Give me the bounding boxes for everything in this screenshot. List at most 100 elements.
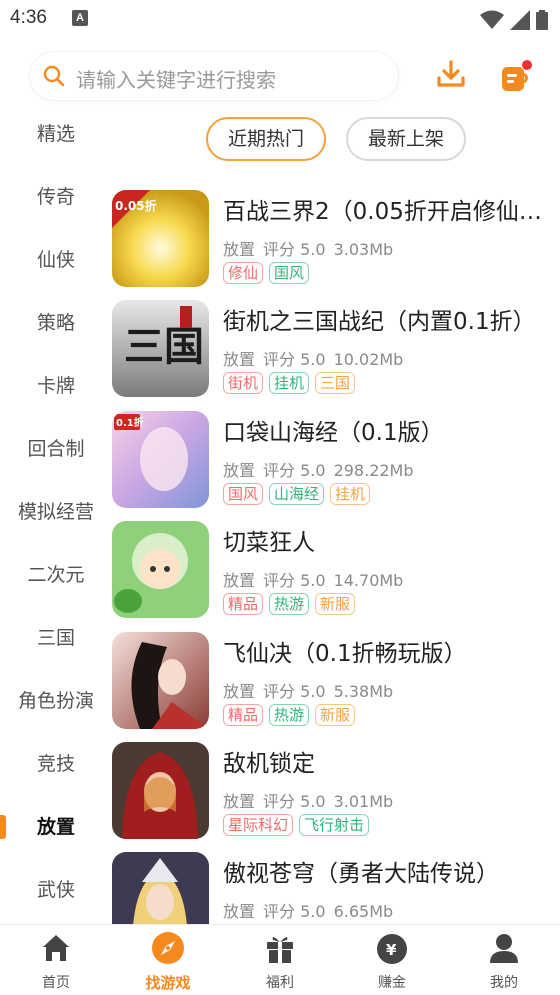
game-tag: 精品 (223, 704, 264, 726)
game-tags: 精品 热游 新服 (223, 704, 356, 726)
game-tag: 新服 (315, 704, 356, 726)
game-tag: 街机 (223, 372, 264, 394)
game-tag: 修仙 (223, 262, 264, 284)
game-size: 3.01Mb (333, 792, 394, 811)
game-size: 6.65Mb (333, 902, 394, 921)
game-category: 放置 (223, 682, 256, 701)
svg-text:¥: ¥ (386, 941, 397, 959)
sidebar-item-xianxia[interactable]: 仙侠 (0, 240, 112, 280)
sidebar-item-three-kingdoms[interactable]: 三国 (0, 618, 112, 658)
game-list-item[interactable]: 切菜狂人 放置 评分 5.0 14.70Mb 精品 热游 新服 (112, 521, 560, 621)
sidebar-item-anime[interactable]: 二次元 (0, 555, 112, 595)
game-title: 切菜狂人 (223, 530, 315, 556)
icon-badge-text: 0.1折 (116, 416, 144, 429)
download-icon[interactable] (434, 58, 468, 92)
game-tags: 星际科幻 飞行射击 (223, 814, 370, 836)
sidebar-item-turn-based[interactable]: 回合制 (0, 429, 112, 469)
nav-profile[interactable]: 我的 (448, 931, 560, 993)
sidebar-item-competitive[interactable]: 竞技 (0, 744, 112, 784)
game-rating: 评分 5.0 (263, 461, 326, 480)
game-category: 放置 (223, 461, 256, 480)
tab-recent-hot[interactable]: 近期热门 (206, 117, 326, 161)
game-meta: 放置 评分 5.0 3.01Mb (223, 788, 401, 812)
game-tag: 国风 (269, 262, 310, 284)
game-list-item[interactable]: 三国 街机之三国战纪（内置0.1折） 放置 评分 5.0 10.02Mb 街机 挂机… (112, 300, 560, 400)
game-list-item[interactable]: 0.1折 口袋山海经（0.1版） 放置 评分 5.0 298.22Mb 国风 山海经… (112, 411, 560, 511)
sidebar-item-card[interactable]: 卡牌 (0, 366, 112, 406)
icon-badge-text: 三国 (124, 323, 204, 370)
game-list-item[interactable]: 0.05折 百战三界2（0.05折开启修仙之旅） 放置 评分 5.0 3.03Mb … (112, 190, 560, 290)
sidebar-item-strategy[interactable]: 策略 (0, 303, 112, 343)
game-rating: 评分 5.0 (263, 350, 326, 369)
game-title: 敌机锁定 (223, 751, 315, 777)
nav-label: 我的 (490, 975, 518, 991)
tab-newest[interactable]: 最新上架 (346, 117, 466, 161)
sidebar-item-rpg[interactable]: 角色扮演 (0, 681, 112, 721)
game-meta: 放置 评分 5.0 5.38Mb (223, 678, 401, 702)
sidebar-item-wuxia[interactable]: 武侠 (0, 870, 112, 910)
game-tags: 街机 挂机 三国 (223, 372, 356, 394)
game-icon: 三国 (112, 300, 209, 397)
gift-icon (267, 936, 293, 963)
game-title: 百战三界2（0.05折开启修仙之旅） (223, 199, 553, 225)
game-category: 放置 (223, 902, 256, 921)
nav-label: 福利 (266, 975, 294, 991)
nav-find-games[interactable]: 找游戏 (112, 931, 224, 993)
game-tag: 三国 (315, 372, 356, 394)
nav-label: 找游戏 (145, 974, 191, 992)
game-tag: 国风 (223, 483, 264, 505)
game-list-item[interactable]: 敌机锁定 放置 评分 5.0 3.01Mb 星际科幻 飞行射击 (112, 742, 560, 842)
sidebar-item-legend[interactable]: 传奇 (0, 177, 112, 217)
game-icon (112, 742, 209, 839)
message-icon[interactable] (498, 58, 534, 94)
game-size: 3.03Mb (333, 240, 394, 259)
home-icon (43, 935, 69, 961)
game-tag: 挂机 (269, 372, 310, 394)
game-meta: 放置 评分 5.0 6.65Mb (223, 898, 401, 922)
nav-label: 赚金 (378, 975, 406, 991)
search-icon (43, 65, 65, 87)
game-category: 放置 (223, 792, 256, 811)
game-meta: 放置 评分 5.0 3.03Mb (223, 236, 401, 260)
game-size: 5.38Mb (333, 682, 394, 701)
game-rating: 评分 5.0 (263, 792, 326, 811)
category-sidebar: 精选 传奇 仙侠 策略 卡牌 回合制 模拟经营 二次元 三国 角色扮演 竞技 放… (0, 102, 112, 924)
game-tag: 热游 (269, 593, 310, 615)
status-time: 4:36 (10, 7, 47, 28)
game-tag: 精品 (223, 593, 264, 615)
game-list-item[interactable]: 傲视苍穹（勇者大陆传说） 放置 评分 5.0 6.65Mb (112, 852, 560, 924)
wifi-icon (480, 10, 504, 29)
game-tag: 新服 (315, 593, 356, 615)
search-input[interactable]: 请输入关键字进行搜索 (30, 52, 398, 100)
game-tag: 星际科幻 (223, 814, 294, 836)
game-category: 放置 (223, 571, 256, 590)
game-meta: 放置 评分 5.0 298.22Mb (223, 457, 422, 481)
game-icon (112, 852, 209, 924)
game-list-item[interactable]: 飞仙决（0.1折畅玩版） 放置 评分 5.0 5.38Mb 精品 热游 新服 (112, 632, 560, 732)
game-category: 放置 (223, 240, 256, 259)
user-icon (490, 934, 518, 963)
search-placeholder: 请输入关键字进行搜索 (76, 68, 276, 92)
nav-home[interactable]: 首页 (0, 931, 112, 993)
notification-a-icon: A (72, 10, 88, 26)
game-rating: 评分 5.0 (263, 571, 326, 590)
game-tag: 热游 (269, 704, 310, 726)
sidebar-item-idle[interactable]: 放置 (0, 807, 112, 847)
nav-earn[interactable]: ¥ 赚金 (336, 931, 448, 993)
game-rating: 评分 5.0 (263, 240, 326, 259)
battery-icon (536, 10, 548, 30)
signal-icon (510, 10, 530, 30)
game-icon (112, 632, 209, 729)
game-size: 10.02Mb (333, 350, 404, 369)
sidebar-item-featured[interactable]: 精选 (0, 114, 112, 154)
game-title: 飞仙决（0.1折畅玩版） (223, 641, 467, 667)
sidebar-item-simulation[interactable]: 模拟经营 (0, 492, 112, 532)
status-indicators (480, 8, 548, 30)
game-meta: 放置 评分 5.0 10.02Mb (223, 346, 411, 370)
nav-welfare[interactable]: 福利 (224, 931, 336, 993)
status-bar: 4:36 A (0, 0, 560, 40)
game-tag: 挂机 (330, 483, 371, 505)
game-tags: 国风 山海经 挂机 (223, 483, 371, 505)
game-tag: 飞行射击 (299, 814, 370, 836)
game-icon: 0.05折 (112, 190, 209, 287)
